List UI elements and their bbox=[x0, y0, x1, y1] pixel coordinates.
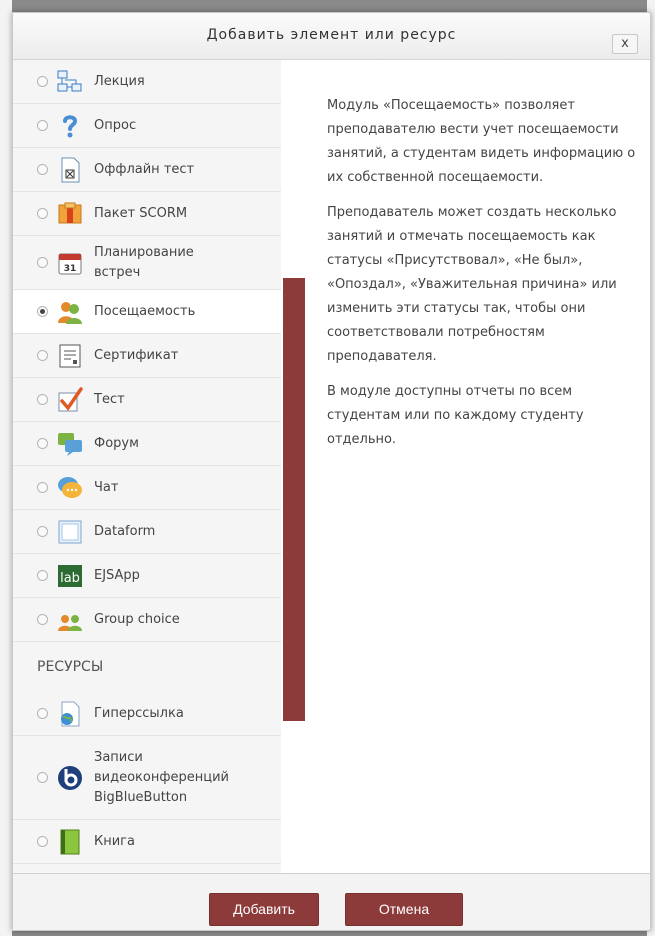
item-label: Форум bbox=[94, 435, 139, 451]
radio-button[interactable] bbox=[37, 525, 48, 537]
radio-button[interactable] bbox=[37, 163, 48, 175]
item-label: Гиперссылка bbox=[94, 705, 184, 721]
resources-heading: РЕСУРСЫ bbox=[13, 642, 281, 692]
radio-button[interactable] bbox=[37, 437, 48, 449]
chat-icon bbox=[57, 475, 83, 501]
radio-button[interactable] bbox=[37, 349, 48, 361]
list-item[interactable]: Сертификат bbox=[13, 334, 281, 378]
list-item[interactable]: Тест bbox=[13, 378, 281, 422]
list-item[interactable]: Пакет SCORM bbox=[13, 192, 281, 236]
item-label: Записи видеоконференций BigBlueButton bbox=[94, 749, 229, 805]
list-item[interactable]: Опрос bbox=[13, 104, 281, 148]
item-label: Тест bbox=[94, 391, 125, 407]
module-description: Модуль «Посещаемость» позволяет преподав… bbox=[327, 94, 643, 463]
radio-button[interactable] bbox=[37, 256, 48, 268]
list-item[interactable]: Гиперссылка bbox=[13, 692, 281, 736]
quiz-check-icon bbox=[57, 386, 83, 413]
question-mark-icon bbox=[57, 113, 83, 139]
item-label: EJSApp bbox=[94, 567, 140, 583]
book-icon bbox=[57, 829, 83, 855]
item-label: Dataform bbox=[94, 523, 156, 539]
description-paragraph: Модуль «Посещаемость» позволяет преподав… bbox=[327, 98, 636, 185]
list-item[interactable]: Лекция bbox=[13, 60, 281, 104]
background-page-left bbox=[0, 0, 12, 936]
dialog-header: Добавить элемент или ресурс x bbox=[13, 13, 650, 60]
radio-button[interactable] bbox=[37, 569, 48, 581]
dialog-body: Лекция Опрос Оффлайн тест Пакет SCORM 31… bbox=[13, 60, 650, 874]
item-label: Group choice bbox=[94, 611, 180, 627]
list-item[interactable]: 31 Планирование встреч bbox=[13, 236, 281, 290]
description-paragraph: Преподаватель может создать несколько за… bbox=[327, 205, 617, 364]
item-label: Оффлайн тест bbox=[94, 161, 195, 177]
list-item[interactable]: Записи видеоконференций BigBlueButton bbox=[13, 736, 281, 820]
list-item-selected[interactable]: Посещаемость bbox=[13, 290, 281, 334]
radio-button[interactable] bbox=[37, 119, 48, 131]
svg-text:31: 31 bbox=[64, 264, 77, 274]
add-button[interactable]: Добавить bbox=[209, 893, 319, 926]
item-label: Книга bbox=[94, 833, 135, 849]
certificate-icon bbox=[57, 343, 83, 369]
list-item[interactable]: Group choice bbox=[13, 598, 281, 642]
dialog-footer: Добавить Отмена bbox=[13, 873, 650, 930]
forum-icon bbox=[57, 431, 83, 457]
offline-quiz-icon bbox=[57, 157, 83, 183]
cancel-button[interactable]: Отмена bbox=[345, 893, 463, 926]
svg-text:lab: lab bbox=[60, 571, 80, 586]
item-label: Планирование встреч bbox=[94, 244, 194, 280]
list-item[interactable]: Оффлайн тест bbox=[13, 148, 281, 192]
radio-button[interactable] bbox=[37, 613, 48, 625]
description-paragraph: В модуле доступны отчеты по всем студент… bbox=[327, 384, 584, 447]
url-icon bbox=[57, 701, 83, 727]
module-list: Лекция Опрос Оффлайн тест Пакет SCORM 31… bbox=[13, 60, 281, 874]
item-label: Лекция bbox=[94, 73, 145, 89]
radio-button-checked[interactable] bbox=[37, 305, 48, 317]
section-label: РЕСУРСЫ bbox=[37, 659, 104, 675]
list-item[interactable]: lab EJSApp bbox=[13, 554, 281, 598]
list-item[interactable]: Dataform bbox=[13, 510, 281, 554]
add-activity-dialog: Добавить элемент или ресурс x Лекция Опр… bbox=[12, 12, 651, 931]
close-button[interactable]: x bbox=[612, 34, 638, 54]
lab-icon: lab bbox=[57, 563, 83, 589]
list-item[interactable]: Книга bbox=[13, 820, 281, 864]
radio-button[interactable] bbox=[37, 707, 48, 719]
attendance-icon bbox=[57, 299, 83, 325]
lesson-icon bbox=[57, 69, 83, 95]
radio-button[interactable] bbox=[37, 75, 48, 87]
radio-button[interactable] bbox=[37, 481, 48, 493]
radio-button[interactable] bbox=[37, 393, 48, 405]
item-label: Пакет SCORM bbox=[94, 205, 188, 221]
bigbluebutton-icon bbox=[57, 765, 83, 791]
item-label: Чат bbox=[94, 479, 119, 495]
radio-button[interactable] bbox=[37, 207, 48, 219]
item-label: Сертификат bbox=[94, 347, 179, 363]
dataform-icon bbox=[57, 519, 83, 545]
radio-button[interactable] bbox=[37, 771, 48, 783]
dialog-title: Добавить элемент или ресурс bbox=[206, 27, 457, 43]
list-item[interactable]: Чат bbox=[13, 466, 281, 510]
item-label: Опрос bbox=[94, 117, 137, 133]
item-label: Посещаемость bbox=[94, 303, 196, 319]
group-choice-icon bbox=[57, 607, 83, 633]
scorm-package-icon bbox=[57, 201, 83, 227]
list-scrollbar[interactable] bbox=[283, 278, 305, 721]
calendar-icon: 31 bbox=[57, 250, 83, 276]
list-item[interactable]: Форум bbox=[13, 422, 281, 466]
radio-button[interactable] bbox=[37, 835, 48, 847]
